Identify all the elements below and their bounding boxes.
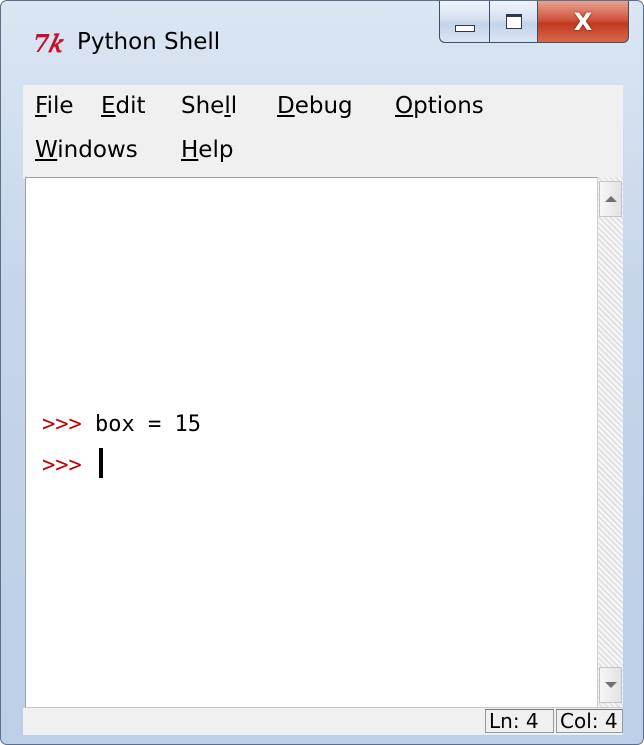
menu-bar: File Edit Shell Debug Options Windows He… (23, 85, 623, 180)
menu-options[interactable]: Options (395, 91, 484, 121)
maximize-button[interactable] (489, 1, 537, 43)
scroll-up-button[interactable] (599, 181, 622, 217)
close-button[interactable]: X (537, 1, 629, 43)
title-bar[interactable]: 7𝑘 Python Shell X (1, 1, 643, 91)
status-bar: Ln: 4 Col: 4 (23, 707, 623, 735)
menu-help[interactable]: Help (181, 135, 233, 165)
menu-shell[interactable]: Shell (181, 91, 237, 121)
shell-line: >>> (42, 448, 103, 478)
caption-buttons: X (439, 1, 629, 43)
python-shell-window: 7𝑘 Python Shell X File Edit Shell Debug … (0, 0, 644, 745)
shell-code (82, 453, 95, 478)
line-indicator: Ln: 4 (485, 709, 554, 733)
vertical-scrollbar[interactable] (597, 177, 623, 707)
shell-prompt: >>> (42, 412, 82, 437)
arrow-up-icon (604, 196, 617, 202)
menu-windows[interactable]: Windows (35, 135, 138, 165)
menu-debug[interactable]: Debug (277, 91, 353, 121)
arrow-down-icon (604, 682, 617, 688)
maximize-icon (505, 14, 522, 29)
minimize-icon (454, 25, 475, 32)
minimize-button[interactable] (439, 1, 489, 43)
scroll-down-button[interactable] (599, 667, 622, 703)
shell-text-area[interactable]: >>> box = 15 >>> (25, 177, 598, 708)
window-title: Python Shell (77, 29, 221, 55)
menu-edit[interactable]: Edit (101, 91, 146, 121)
shell-line: >>> box = 15 (42, 412, 201, 437)
tk-feather-icon: 7𝑘 (33, 29, 62, 58)
text-cursor (99, 448, 103, 478)
shell-prompt: >>> (42, 453, 82, 478)
column-indicator: Col: 4 (556, 709, 623, 733)
menu-file[interactable]: File (35, 91, 74, 121)
shell-code: box = 15 (81, 412, 201, 437)
close-icon: X (573, 7, 593, 36)
